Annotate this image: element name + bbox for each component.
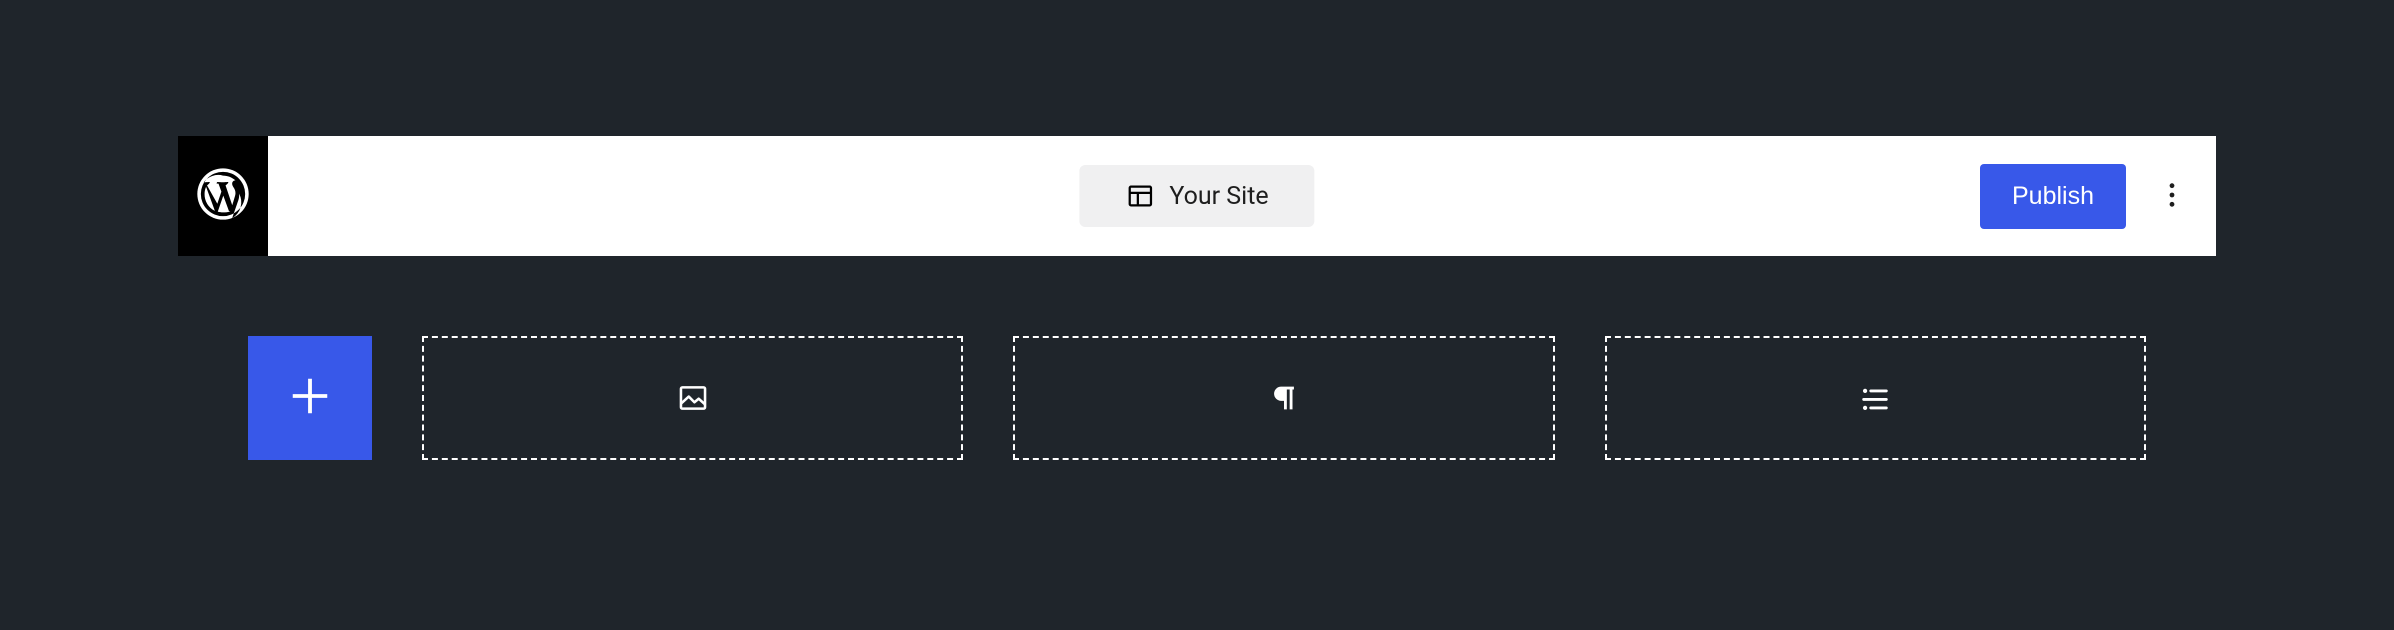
list-icon [1858, 381, 1892, 415]
more-menu-button[interactable] [2148, 172, 2196, 220]
site-title-label: Your Site [1169, 182, 1268, 211]
wordpress-icon [195, 166, 251, 226]
editor-frame: Your Site Publish [178, 136, 2216, 630]
site-title-button[interactable]: Your Site [1079, 165, 1314, 227]
editor-canvas [178, 256, 2216, 630]
publish-button[interactable]: Publish [1980, 164, 2126, 229]
block-placeholder-list[interactable] [1605, 336, 2146, 460]
paragraph-icon [1267, 381, 1301, 415]
image-icon [676, 381, 710, 415]
wordpress-logo-button[interactable] [178, 136, 268, 256]
block-placeholder-image[interactable] [422, 336, 963, 460]
plus-icon [287, 373, 333, 423]
kebab-menu-icon [2156, 179, 2188, 214]
block-placeholder-paragraph[interactable] [1013, 336, 1554, 460]
top-bar-actions: Publish [1980, 164, 2216, 229]
editor-top-bar: Your Site Publish [178, 136, 2216, 256]
add-block-button[interactable] [248, 336, 372, 460]
layout-icon [1125, 181, 1155, 211]
